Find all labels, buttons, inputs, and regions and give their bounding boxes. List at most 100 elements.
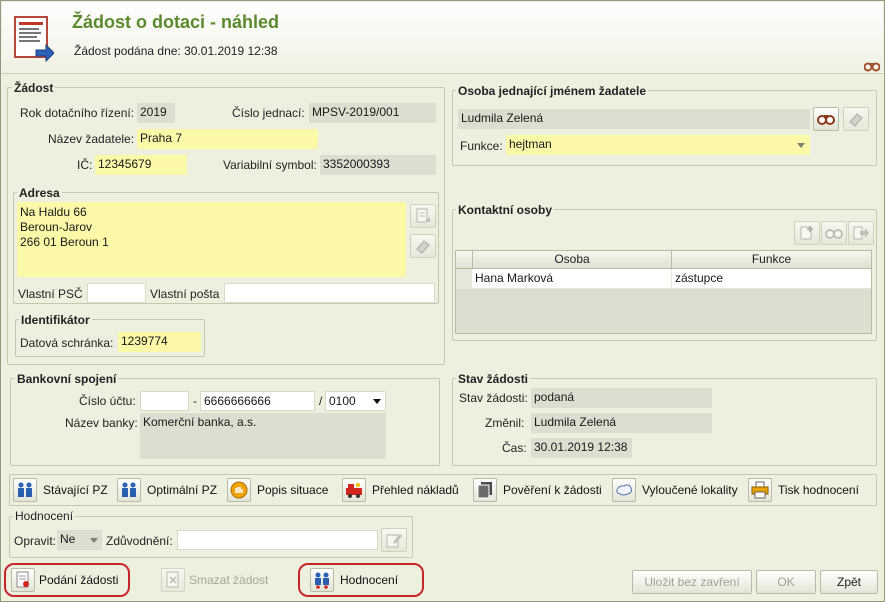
ic-label: IČ: (77, 158, 93, 172)
table-cell-osoba[interactable]: Hana Marková (472, 269, 671, 289)
eraser-icon (849, 113, 863, 127)
funkce-select[interactable]: hejtman (506, 135, 810, 155)
zduvodneni-field[interactable] (177, 530, 378, 550)
ulozit-bez-zavreni-button[interactable]: Uložit bez zavření (632, 570, 752, 594)
table-cell-funkce[interactable]: zástupce (671, 269, 871, 289)
nazev-zadatele-field[interactable]: Praha 7 (137, 129, 318, 149)
zadost-legend: Žádost (12, 81, 56, 95)
chevron-down-icon (797, 143, 805, 148)
document-submit-icon (11, 568, 35, 592)
adresa-clear-button[interactable] (410, 234, 436, 258)
kontakty-legend: Kontaktní osoby (456, 203, 555, 217)
delete-document-icon (161, 568, 185, 592)
folder-stack-icon (473, 478, 497, 502)
tisk-hodnoceni-button[interactable]: Tisk hodnocení (748, 477, 859, 503)
document-icon (14, 16, 54, 63)
stav-legend: Stav žádosti (456, 372, 531, 386)
optimalni-pz-label: Optimální PZ (147, 483, 218, 497)
cas-label: Čas: (502, 441, 527, 455)
podani-zadosti-button[interactable]: Podání žádosti (11, 567, 118, 593)
stavajici-pz-button[interactable]: Stávající PZ (13, 477, 108, 503)
people-icon (13, 478, 37, 502)
kontakt-add-button[interactable] (794, 221, 820, 245)
binoculars-icon[interactable] (864, 60, 880, 72)
dialog-header: Žádost o dotaci - náhled Žádost podána d… (2, 2, 883, 74)
binoculars-icon (817, 115, 835, 125)
osoba-lookup-button[interactable] (813, 107, 839, 131)
vlastni-posta-field[interactable] (224, 283, 435, 303)
zmenil-label: Změnil: (485, 416, 525, 430)
fire-truck-icon (342, 478, 366, 502)
zduvodneni-label: Zdůvodnění: (106, 534, 173, 548)
chevron-down-icon (90, 538, 98, 543)
hodnoceni-label: Hodnocení (340, 573, 399, 587)
datova-schranka-field[interactable]: 1239774 (118, 332, 201, 352)
banka-legend: Bankovní spojení (15, 372, 119, 386)
vlastni-psc-label: Vlastní PSČ (18, 287, 83, 301)
optimalni-pz-button[interactable]: Optimální PZ (117, 477, 217, 503)
hand-icon (227, 478, 251, 502)
opravit-label: Opravit: (14, 534, 57, 548)
binoculars-icon (825, 229, 843, 239)
kontakt-move-button[interactable] (848, 221, 874, 245)
adresa-edit-button[interactable] (410, 204, 436, 228)
tisk-hodnoceni-label: Tisk hodnocení (778, 483, 859, 497)
kontakty-table: Osoba Funkce Hana Marková zástupce (455, 250, 872, 334)
add-document-icon (800, 226, 813, 240)
stavajici-pz-label: Stávající PZ (43, 483, 108, 497)
vlastni-posta-label: Vlastní pošta (150, 287, 220, 301)
zduvodneni-edit-button[interactable] (381, 528, 407, 552)
cislo-jednaci-field: MPSV-2019/001 (309, 103, 436, 123)
adresa-legend: Adresa (17, 186, 62, 200)
cislo-uctu-field[interactable]: 6666666666 (200, 391, 315, 411)
row-selector[interactable] (456, 269, 472, 289)
table-corner (456, 251, 472, 269)
map-region-icon (612, 478, 636, 502)
ucet-prefix-field[interactable] (140, 391, 189, 411)
popis-situace-label: Popis situace (257, 483, 329, 497)
povereni-button[interactable]: Pověření k žádosti (473, 477, 602, 503)
pencil-edit-icon (386, 534, 402, 548)
popis-situace-button[interactable]: Popis situace (227, 477, 328, 503)
adresa-field[interactable]: Na Haldu 66 Beroun-Jarov 266 01 Beroun 1 (17, 202, 406, 277)
column-header-funkce[interactable]: Funkce (671, 251, 871, 269)
vyloucene-lokality-button[interactable]: Vyloučené lokality (612, 477, 738, 503)
dialog-window: Žádost o dotaci - náhled Žádost podána d… (0, 0, 885, 602)
ok-button[interactable]: OK (756, 570, 816, 594)
stav-field: podaná (531, 388, 712, 408)
prehled-nakladu-button[interactable]: Přehled nákladů (342, 477, 459, 503)
people-icon (117, 478, 141, 502)
prehled-nakladu-label: Přehled nákladů (372, 483, 459, 497)
people-rating-icon (310, 568, 334, 592)
ic-field[interactable]: 12345679 (95, 155, 187, 175)
hodnoceni-button[interactable]: Hodnocení (310, 567, 398, 593)
smazat-zadost-button[interactable]: Smazat žádost (161, 567, 268, 593)
variabilni-symbol-label: Variabilní symbol: (223, 158, 317, 172)
vlastni-psc-field[interactable] (87, 283, 146, 303)
chevron-down-icon (373, 399, 381, 404)
osoba-name-field: Ludmila Zelená (458, 109, 810, 129)
povereni-label: Pověření k žádosti (503, 483, 602, 497)
stav-label: Stav žádosti: (459, 391, 528, 405)
ucet-slash: / (319, 394, 323, 408)
submitted-date: Žádost podána dne: 30.01.2019 12:38 (74, 44, 278, 58)
kontakt-view-button[interactable] (821, 221, 847, 245)
column-header-osoba[interactable]: Osoba (472, 251, 671, 269)
rok-label: Rok dotačního řízení: (20, 106, 135, 120)
funkce-label: Funkce: (460, 139, 503, 153)
smazat-zadost-label: Smazat žádost (189, 573, 269, 587)
document-edit-icon (416, 208, 430, 223)
cas-field: 30.01.2019 12:38 (531, 438, 632, 458)
hodnoceni-legend: Hodnocení (13, 509, 76, 523)
variabilni-symbol-field: 3352000393 (320, 155, 436, 175)
identifikator-legend: Identifikátor (19, 313, 92, 327)
rok-field: 2019 (137, 103, 175, 123)
zpet-button[interactable]: Zpět (820, 570, 878, 594)
nazev-zadatele-label: Název žadatele: (48, 132, 135, 146)
osoba-clear-button[interactable] (843, 107, 869, 131)
cislo-jednaci-label: Číslo jednací: (232, 106, 305, 120)
cislo-uctu-label: Číslo účtu: (79, 394, 136, 408)
datova-schranka-label: Datová schránka: (20, 336, 114, 350)
podani-zadosti-label: Podání žádosti (39, 573, 119, 587)
ucet-dash: - (193, 394, 197, 408)
